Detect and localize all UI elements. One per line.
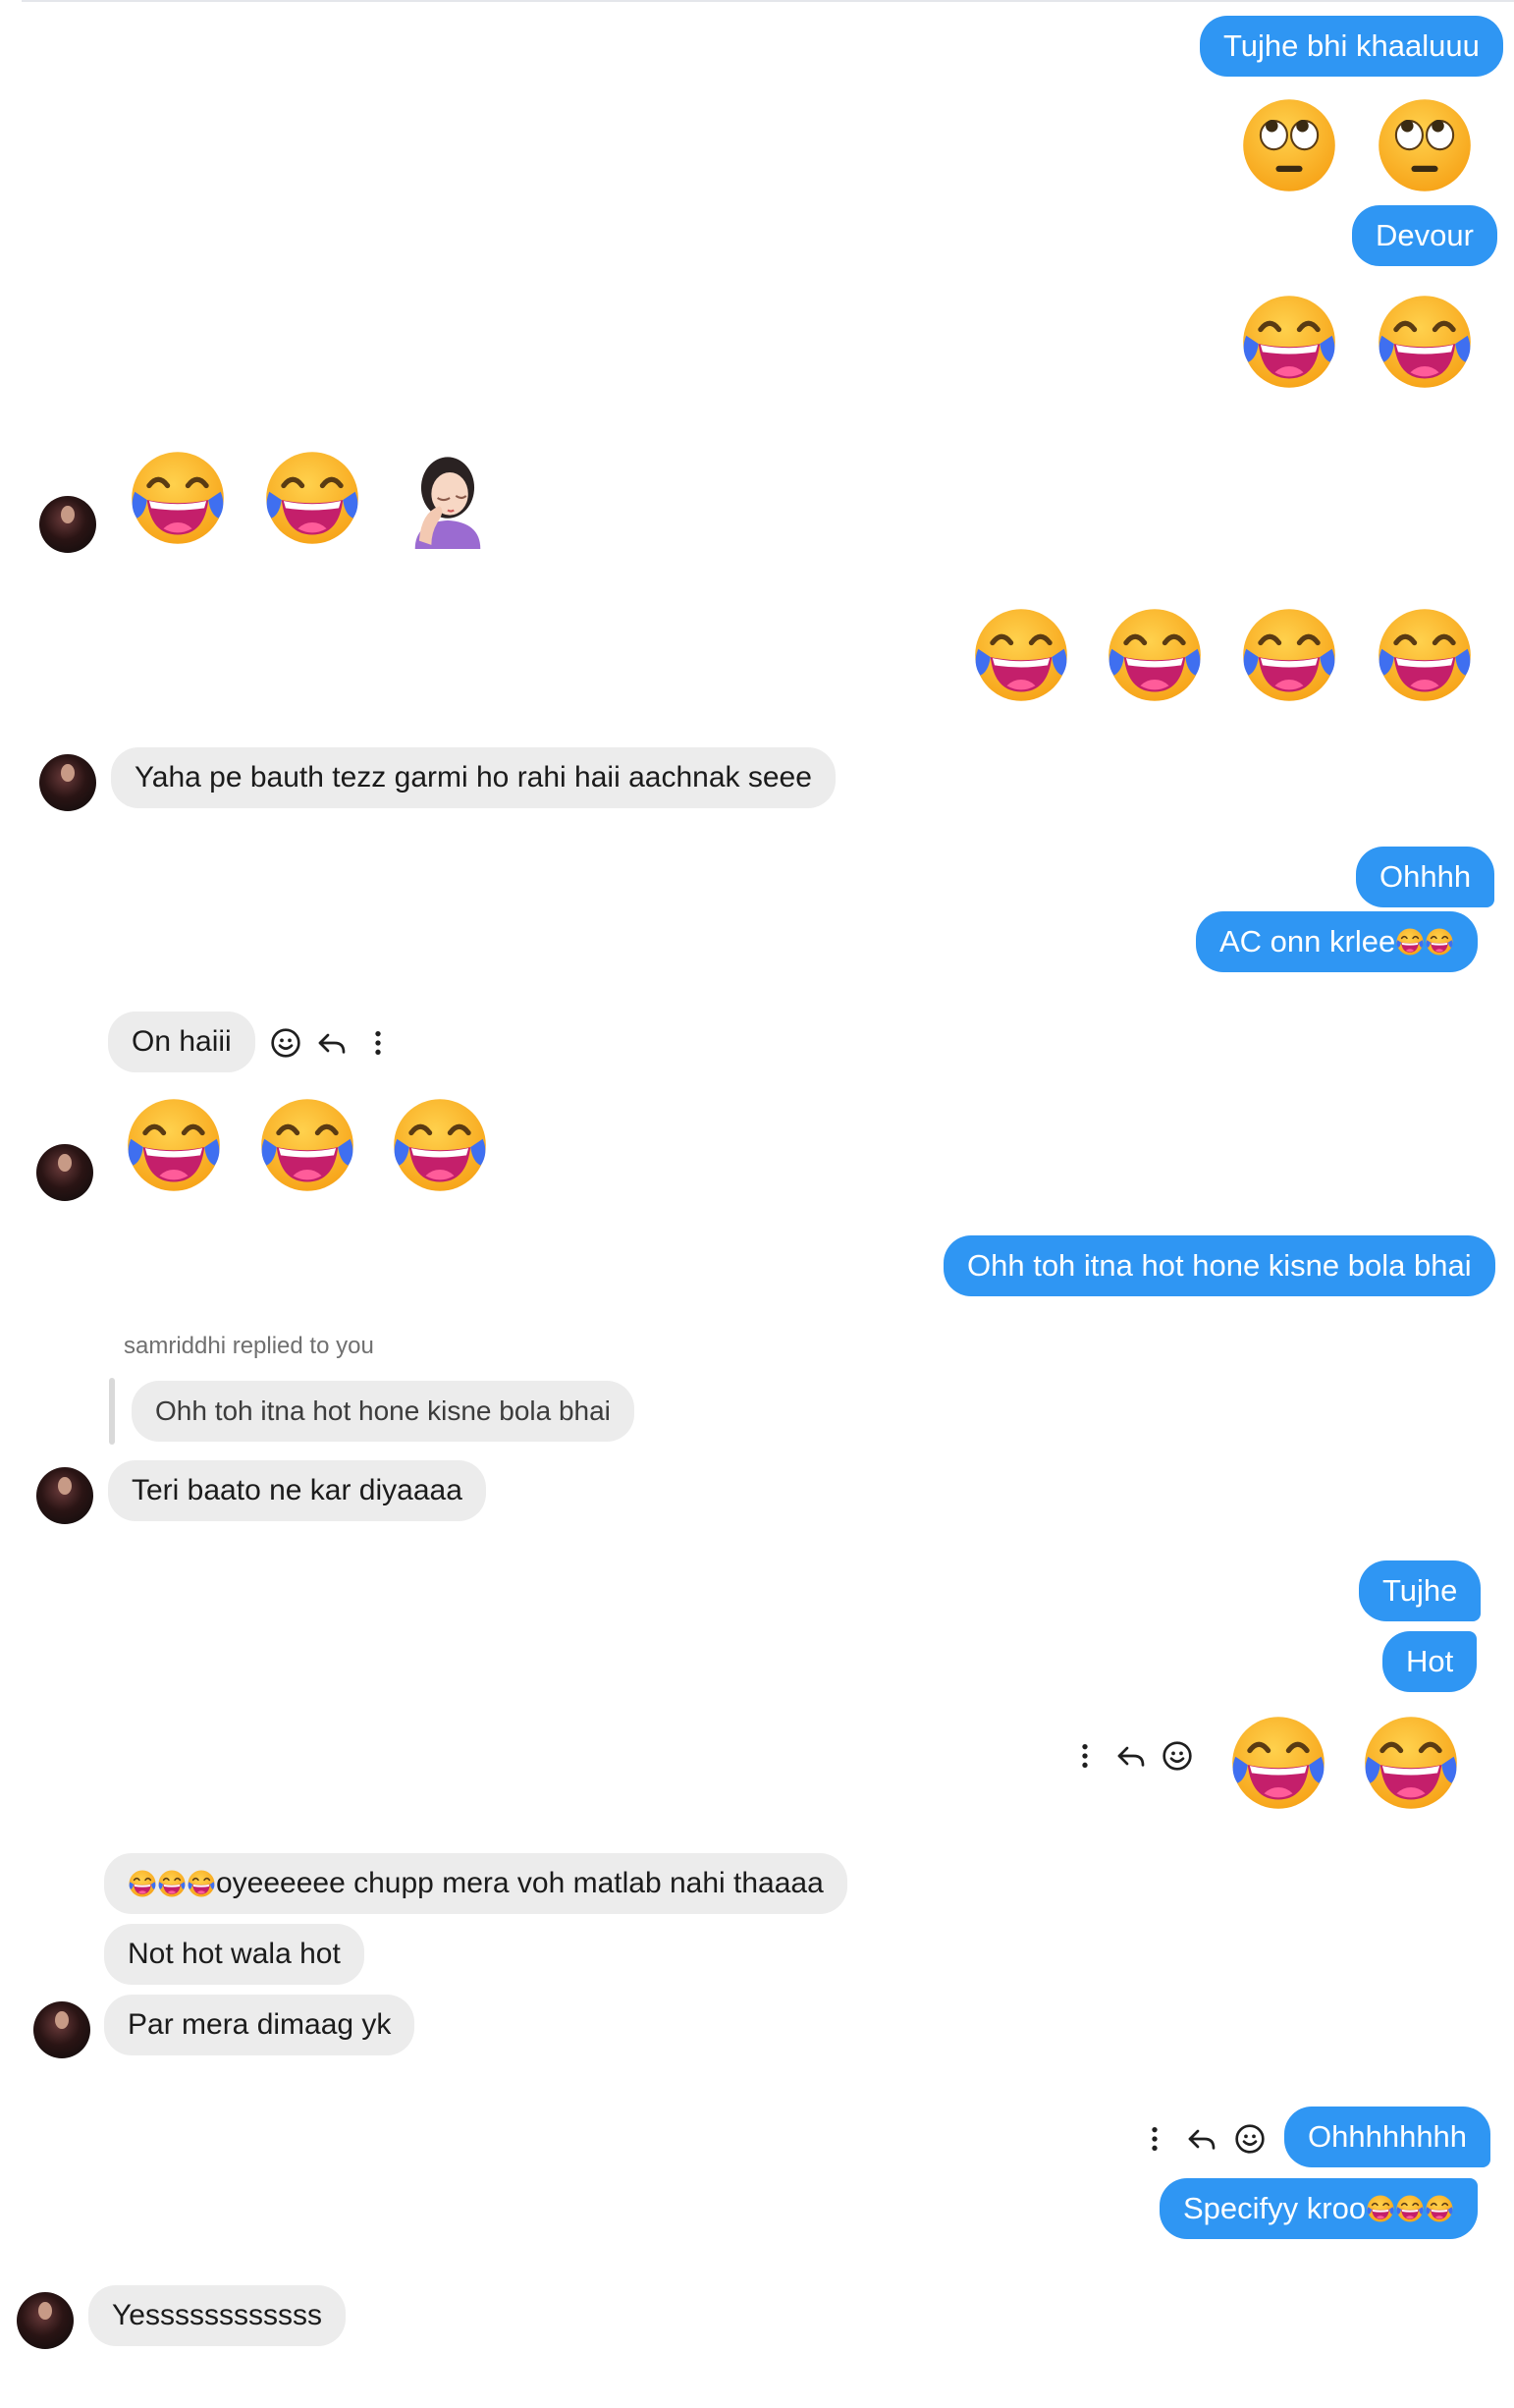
react-icon[interactable] <box>268 1025 303 1061</box>
message-text: Ohhhh <box>1379 859 1472 894</box>
message-text: Not hot wala hot <box>128 1938 341 1970</box>
message-text: Teri baato ne kar diyaaaa <box>132 1474 462 1506</box>
reply-bar <box>109 1378 115 1445</box>
face-with-tears-of-joy-icon <box>1366 2194 1395 2223</box>
outgoing-message[interactable]: Ohhhh <box>1356 847 1495 907</box>
face-with-tears-of-joy-icon <box>261 447 363 549</box>
avatar[interactable] <box>36 1144 93 1201</box>
face-with-tears-of-joy-icon <box>1104 604 1206 706</box>
outgoing-message[interactable]: Ohhhhhhhh <box>1284 2107 1491 2167</box>
face-with-tears-of-joy-icon <box>1360 1712 1462 1814</box>
face-with-tears-of-joy-icon <box>389 1094 491 1196</box>
face-with-rolling-eyes-icon <box>1374 94 1476 196</box>
reply-icon[interactable] <box>1184 2121 1219 2157</box>
more-icon[interactable] <box>360 1025 396 1061</box>
outgoing-message[interactable]: Tujhe <box>1359 1560 1482 1621</box>
incoming-message[interactable]: Not hot wala hot <box>104 1924 364 1985</box>
message-text: Ohhhhhhhh <box>1308 2119 1468 2154</box>
face-with-tears-of-joy-icon <box>1425 2194 1454 2223</box>
face-with-tears-of-joy-icon <box>1395 2194 1425 2223</box>
incoming-message[interactable]: Teri baato ne kar diyaaaa <box>108 1460 486 1521</box>
message-text: AC onn krlee <box>1219 924 1396 958</box>
message-text: Tujhe <box>1382 1573 1458 1608</box>
message-text: Yaha pe bauth tezz garmi ho rahi haii aa… <box>135 761 812 794</box>
react-icon[interactable] <box>1160 1738 1195 1774</box>
face-with-tears-of-joy-icon <box>128 1869 157 1898</box>
face-with-tears-of-joy-icon <box>1227 1712 1329 1814</box>
face-with-tears-of-joy-icon <box>187 1869 216 1898</box>
face-with-tears-of-joy-icon <box>256 1094 358 1196</box>
react-icon[interactable] <box>1232 2121 1268 2157</box>
outgoing-message[interactable]: Hot <box>1382 1631 1478 1692</box>
message-text: Yessssssssssss <box>112 2299 322 2331</box>
incoming-message[interactable]: On haiii <box>108 1012 255 1072</box>
message-text: Devour <box>1376 218 1474 252</box>
incoming-message[interactable]: oyeeeeee chupp mera voh matlab nahi thaa… <box>104 1853 847 1914</box>
quoted-message[interactable]: Ohh toh itna hot hone kisne bola bhai <box>132 1381 634 1442</box>
face-with-tears-of-joy-icon <box>1238 604 1340 706</box>
face-with-tears-of-joy-icon <box>1395 927 1425 957</box>
message-text: Par mera dimaag yk <box>128 2008 392 2041</box>
reply-icon[interactable] <box>314 1025 350 1061</box>
message-text: Hot <box>1406 1644 1454 1678</box>
reply-note: samriddhi replied to you <box>124 1333 374 1359</box>
face-with-tears-of-joy-icon <box>1425 927 1454 957</box>
incoming-message[interactable]: Par mera dimaag yk <box>104 1995 415 2055</box>
face-with-tears-of-joy-icon <box>970 604 1072 706</box>
face-with-rolling-eyes-icon <box>1238 94 1340 196</box>
face-with-tears-of-joy-icon <box>157 1869 187 1898</box>
avatar[interactable] <box>36 1467 93 1524</box>
face-with-tears-of-joy-icon <box>1374 291 1476 393</box>
outgoing-message[interactable]: AC onn krlee <box>1196 911 1479 972</box>
avatar[interactable] <box>33 2001 90 2058</box>
message-text: Ohh toh itna hot hone kisne bola bhai <box>155 1396 611 1426</box>
outgoing-message[interactable]: Devour <box>1352 205 1497 266</box>
avatar[interactable] <box>39 754 96 811</box>
avatar[interactable] <box>39 496 96 553</box>
top-divider <box>22 0 1514 2</box>
message-text: Tujhe bhi khaaluuu <box>1223 28 1480 63</box>
outgoing-message[interactable]: Ohh toh itna hot hone kisne bola bhai <box>944 1235 1495 1296</box>
incoming-message[interactable]: Yessssssssssss <box>88 2285 346 2346</box>
message-text: oyeeeeee chupp mera voh matlab nahi thaa… <box>216 1867 824 1899</box>
more-icon[interactable] <box>1067 1738 1103 1774</box>
more-icon[interactable] <box>1137 2121 1172 2157</box>
message-text: Specifyy kroo <box>1183 2191 1367 2225</box>
outgoing-message[interactable]: Tujhe bhi khaaluuu <box>1200 16 1503 77</box>
face-with-tears-of-joy-icon <box>1374 604 1476 706</box>
outgoing-message[interactable]: Specifyy kroo <box>1160 2178 1479 2239</box>
face-with-tears-of-joy-icon <box>127 447 229 549</box>
incoming-message[interactable]: Yaha pe bauth tezz garmi ho rahi haii aa… <box>111 747 836 808</box>
message-text: Ohh toh itna hot hone kisne bola bhai <box>967 1248 1472 1283</box>
message-text: On haiii <box>132 1025 232 1058</box>
avatar[interactable] <box>17 2292 74 2349</box>
woman-facepalming-icon <box>397 447 499 549</box>
reply-icon[interactable] <box>1113 1738 1149 1774</box>
face-with-tears-of-joy-icon <box>123 1094 225 1196</box>
face-with-tears-of-joy-icon <box>1238 291 1340 393</box>
